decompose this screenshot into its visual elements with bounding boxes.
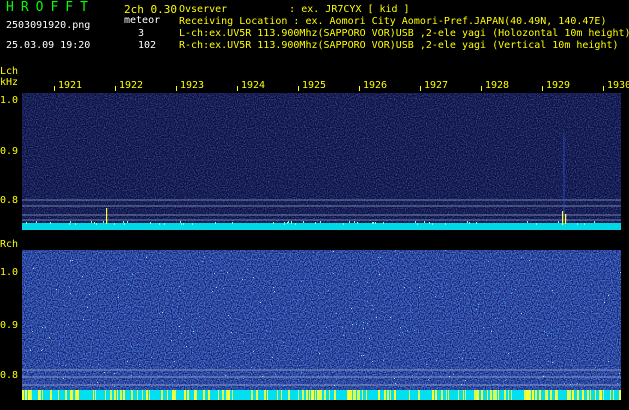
observer-line: Ovserver : ex. JR7CYX [ kid ]	[179, 4, 410, 15]
rch-freq-0.9: 0.9	[0, 320, 19, 331]
lch-unit: kHz	[0, 77, 19, 88]
time-tick-mark	[115, 86, 116, 91]
rch-info-value: UV5R 113.900Mhz(SAPPORO VOR)USB ,2-ele y…	[227, 40, 619, 51]
location-value: : ex. Aomori City Aomori-Pref.JAPAN(40.4…	[293, 16, 607, 27]
time-tick-1923: 1923	[180, 80, 205, 91]
time-tick-mark	[481, 86, 482, 91]
time-tick-1921: 1921	[58, 80, 83, 91]
time-tick-1930: 1930	[607, 80, 629, 91]
lch-spectrogram	[22, 93, 621, 230]
time-tick-mark	[176, 86, 177, 91]
time-tick-mark	[603, 86, 604, 91]
observer-label: Ovserver	[179, 4, 228, 15]
lch-freq-0.9: 0.9	[0, 146, 19, 157]
meteor-label: meteor	[124, 15, 161, 26]
time-tick-mark	[542, 86, 543, 91]
rch-info-line: R-ch:ex.UV5R 113.900Mhz(SAPPORO VOR)USB …	[179, 40, 619, 51]
location-label: Receiving Location	[179, 16, 288, 27]
filename: 2503091920.png	[6, 20, 91, 31]
lch-freq-0.8: 0.8	[0, 195, 19, 206]
time-tick-mark	[298, 86, 299, 91]
lch-info-value: UV5R 113.900Mhz(SAPPORO VOR)USB ,2-ele y…	[227, 28, 629, 39]
rch-spectrogram	[22, 250, 621, 400]
time-tick-1928: 1928	[485, 80, 510, 91]
rch-freq-0.8: 0.8	[0, 370, 19, 381]
rch-meteor-count: 102	[138, 40, 157, 51]
time-tick-mark	[359, 86, 360, 91]
rch-info-label: R-ch:ex.	[179, 40, 228, 51]
time-tick-mark	[54, 86, 55, 91]
lch-label: Lch	[0, 66, 19, 77]
location-line: Receiving Location : ex. Aomori City Aom…	[179, 16, 606, 27]
time-tick-1929: 1929	[546, 80, 571, 91]
app-title: HROFFT	[6, 0, 95, 15]
time-tick-1927: 1927	[424, 80, 449, 91]
lch-freq-1.0: 1.0	[0, 95, 19, 106]
time-tick-1922: 1922	[119, 80, 144, 91]
time-tick-1926: 1926	[363, 80, 388, 91]
lch-meteor-count: 3	[138, 28, 145, 39]
lch-info-label: L-ch:ex.	[179, 28, 228, 39]
time-tick-1924: 1924	[241, 80, 266, 91]
time-tick-mark	[237, 86, 238, 91]
time-tick-mark	[420, 86, 421, 91]
time-tick-1925: 1925	[302, 80, 327, 91]
datetime: 25.03.09 19:20	[6, 40, 91, 51]
rch-label: Rch	[0, 239, 19, 250]
rch-freq-1.0: 1.0	[0, 267, 19, 278]
lch-info-line: L-ch:ex.UV5R 113.900Mhz(SAPPORO VOR)USB …	[179, 28, 629, 39]
observer-value: : ex. JR7CYX [ kid ]	[289, 4, 410, 15]
